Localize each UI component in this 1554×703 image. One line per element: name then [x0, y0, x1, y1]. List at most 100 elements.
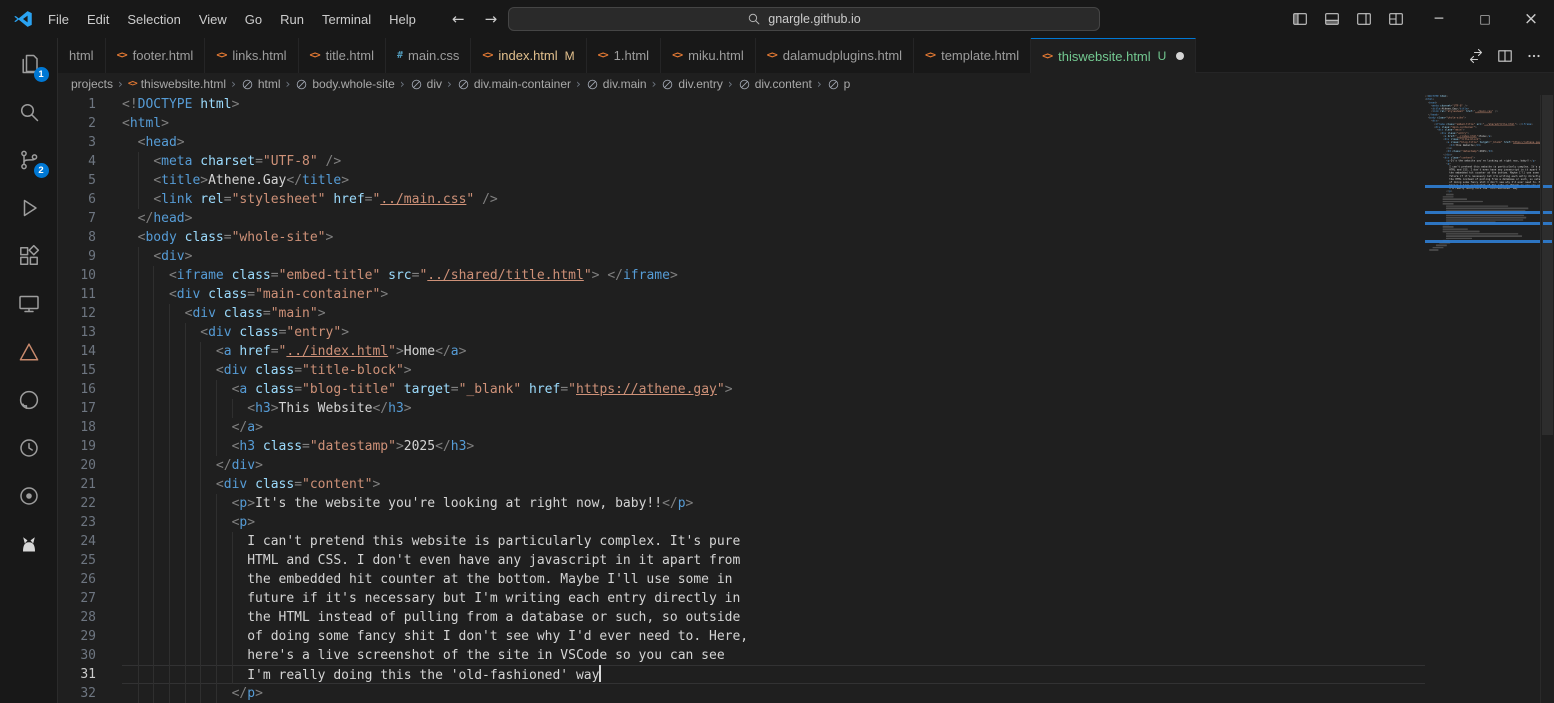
toggle-sidebar-icon[interactable] [1292, 11, 1308, 27]
tab-links.html[interactable]: <>links.html [205, 38, 298, 73]
tab-title.html[interactable]: <>title.html [299, 38, 386, 73]
code-line[interactable]: <link rel="stylesheet" href="../main.css… [122, 190, 1425, 209]
breadcrumb-item-thiswebsite.html[interactable]: <>thiswebsite.html [128, 77, 226, 91]
code-line[interactable]: </head> [122, 209, 1425, 228]
minimap-line [1446, 205, 1508, 207]
tab-label: thiswebsite.html [1058, 49, 1150, 64]
back-arrow-icon[interactable]: ← [452, 10, 465, 28]
tab-miku.html[interactable]: <>miku.html [661, 38, 756, 73]
code-line[interactable]: future if it's necessary but I'm writing… [122, 589, 1425, 608]
split-editor-icon[interactable] [1497, 48, 1513, 64]
scrollbar[interactable] [1540, 95, 1554, 703]
code-line[interactable]: <title>Athene.Gay</title> [122, 171, 1425, 190]
menu-view[interactable]: View [190, 0, 236, 38]
breadcrumb-item-body.whole-site[interactable]: body.whole-site [295, 77, 395, 91]
code-line[interactable]: <div class="main-container"> [122, 285, 1425, 304]
activity-clock-extension[interactable] [0, 424, 58, 472]
code-line[interactable]: <div class="main"> [122, 304, 1425, 323]
tab-index.html[interactable]: <>index.htmlM [471, 38, 586, 73]
breadcrumb-item-html[interactable]: html [241, 77, 281, 91]
code-line[interactable]: </div> [122, 456, 1425, 475]
activity-github[interactable] [0, 376, 58, 424]
toggle-panel-icon[interactable] [1324, 11, 1340, 27]
code-line[interactable]: <div class="entry"> [122, 323, 1425, 342]
breadcrumb-item-div.main[interactable]: div.main [586, 77, 647, 91]
vscode-logo-icon [13, 9, 33, 29]
activity-run-debug[interactable] [0, 184, 58, 232]
code-line[interactable]: <a href="../index.html">Home</a> [122, 342, 1425, 361]
code-line[interactable]: <html> [122, 114, 1425, 133]
code-line[interactable]: </p> [122, 684, 1425, 703]
open-changes-icon[interactable] [1468, 48, 1484, 64]
code-line[interactable]: HTML and CSS. I don't even have any java… [122, 551, 1425, 570]
more-actions-icon[interactable] [1526, 48, 1542, 64]
activity-source-control[interactable]: 2 [0, 136, 58, 184]
activity-triangle-extension[interactable] [0, 328, 58, 376]
code-line[interactable]: <meta charset="UTF-8" /> [122, 152, 1425, 171]
code-line[interactable]: <body class="whole-site"> [122, 228, 1425, 247]
code-line[interactable]: here's a live screenshot of the site in … [122, 646, 1425, 665]
menu-run[interactable]: Run [271, 0, 313, 38]
tab-1.html[interactable]: <>1.html [587, 38, 661, 73]
activity-explorer[interactable]: 1 [0, 40, 58, 88]
minimap[interactable]: <!DOCTYPE html><html> <head> <meta chars… [1425, 95, 1540, 703]
toggle-secondary-sidebar-icon[interactable] [1356, 11, 1372, 27]
code-line[interactable]: the embedded hit counter at the bottom. … [122, 570, 1425, 589]
line-number: 9 [58, 247, 96, 266]
code-line[interactable]: the HTML instead of pulling from a datab… [122, 608, 1425, 627]
indent-guide [200, 589, 201, 608]
menu-edit[interactable]: Edit [78, 0, 118, 38]
menu-selection[interactable]: Selection [118, 0, 189, 38]
tab-thiswebsite.html[interactable]: <>thiswebsite.htmlU [1031, 38, 1196, 73]
indent-guide [200, 361, 201, 380]
code-area[interactable]: <!DOCTYPE html><html> <head> <meta chars… [122, 95, 1425, 703]
code-line[interactable]: <h3 class="datestamp">2025</h3> [122, 437, 1425, 456]
code-editor[interactable]: 1234567891011121314151617181920212223242… [58, 95, 1554, 703]
code-line[interactable]: <a class="blog-title" target="_blank" hr… [122, 380, 1425, 399]
tab-main.css[interactable]: #main.css [386, 38, 471, 73]
activity-cat-extension[interactable] [0, 520, 58, 568]
breadcrumb-item-p[interactable]: p [827, 77, 851, 91]
minimap-line [1446, 208, 1528, 210]
code-line[interactable]: <head> [122, 133, 1425, 152]
activity-remote-explorer[interactable] [0, 280, 58, 328]
breadcrumb-item-projects[interactable]: projects [71, 77, 113, 91]
tab-footer.html[interactable]: <>footer.html [106, 38, 206, 73]
minimize-button[interactable]: ─ [1416, 0, 1462, 38]
code-line[interactable]: <p> [122, 513, 1425, 532]
tab-template.html[interactable]: <>template.html [914, 38, 1031, 73]
breadcrumb-item-div.entry[interactable]: div.entry [661, 77, 722, 91]
breadcrumb-item-div[interactable]: div [410, 77, 442, 91]
scrollbar-thumb[interactable] [1542, 95, 1553, 435]
indent-guide [232, 551, 233, 570]
code-line[interactable]: <div class="content"> [122, 475, 1425, 494]
tab-html[interactable]: html [58, 38, 106, 73]
menu-go[interactable]: Go [236, 0, 271, 38]
code-line[interactable]: of doing some fancy shit I don't see why… [122, 627, 1425, 646]
maximize-button[interactable]: □ [1462, 0, 1508, 38]
code-line[interactable]: <p>It's the website you're looking at ri… [122, 494, 1425, 513]
menu-file[interactable]: File [39, 0, 78, 38]
breadcrumb-item-div.content[interactable]: div.content [738, 77, 812, 91]
command-center-search[interactable]: gnargle.github.io [508, 7, 1100, 31]
customize-layout-icon[interactable] [1388, 11, 1404, 27]
code-line[interactable]: <h3>This Website</h3> [122, 399, 1425, 418]
menu-terminal[interactable]: Terminal [313, 0, 380, 38]
forward-arrow-icon[interactable]: → [485, 10, 498, 28]
code-line[interactable]: I can't pretend this website is particul… [122, 532, 1425, 551]
line-number: 19 [58, 437, 96, 456]
tab-dalamudplugins.html[interactable]: <>dalamudplugins.html [756, 38, 914, 73]
activity-record-extension[interactable] [0, 472, 58, 520]
activity-extensions[interactable] [0, 232, 58, 280]
indent-guide [138, 361, 139, 380]
code-line[interactable]: </a> [122, 418, 1425, 437]
menu-help[interactable]: Help [380, 0, 425, 38]
activity-search[interactable] [0, 88, 58, 136]
breadcrumb-item-div.main-container[interactable]: div.main-container [457, 77, 571, 91]
close-button[interactable]: × [1508, 0, 1554, 38]
code-line[interactable]: <!DOCTYPE html> [122, 95, 1425, 114]
code-line[interactable]: <div class="title-block"> [122, 361, 1425, 380]
code-line[interactable]: I'm really doing this the 'old-fashioned… [122, 665, 1425, 684]
code-line[interactable]: <iframe class="embed-title" src="../shar… [122, 266, 1425, 285]
code-line[interactable]: <div> [122, 247, 1425, 266]
